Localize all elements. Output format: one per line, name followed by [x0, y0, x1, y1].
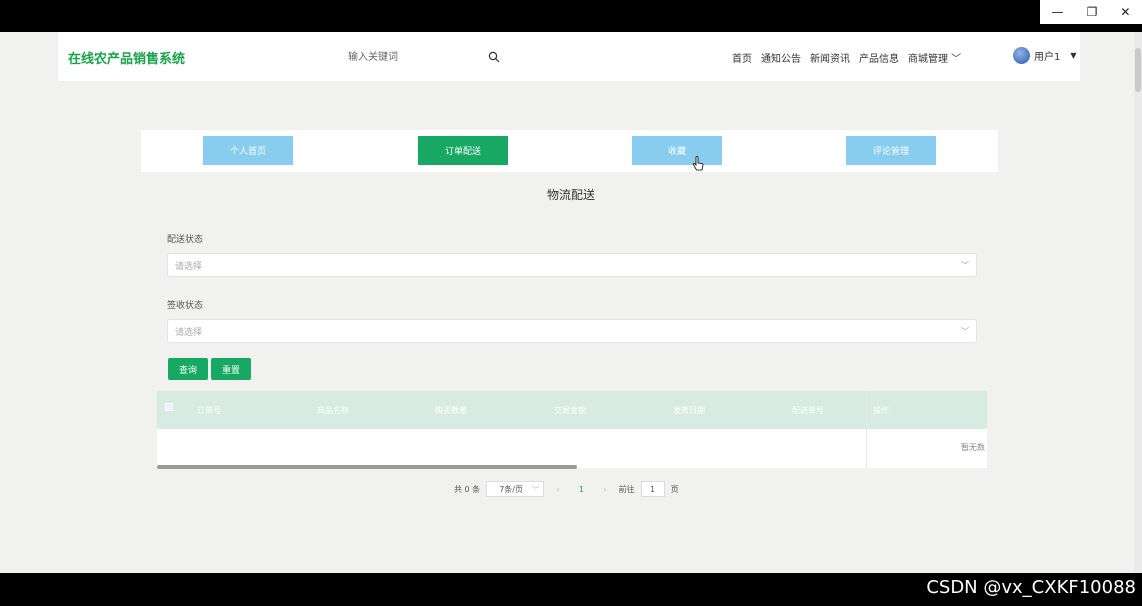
delivery-status-select[interactable]: 请选择 ﹀	[167, 253, 977, 277]
window-controls: — ❐ ✕	[1040, 0, 1142, 24]
total-count: 共 0 条	[454, 484, 481, 494]
nav-mall-management[interactable]: 商城管理 ﹀	[908, 50, 961, 65]
top-header: 在线农产品销售系统 首页 通知公告 新闻资讯 产品信息 商城管理 ﹀ 用户1 ▼	[58, 32, 1080, 81]
nav-notice[interactable]: 通知公告	[761, 50, 801, 65]
tab-order-delivery[interactable]: 订单配送	[418, 136, 508, 165]
delivery-status-placeholder: 请选择	[175, 261, 203, 272]
nav-news[interactable]: 新闻资讯	[810, 50, 850, 65]
select-all-checkbox[interactable]	[165, 403, 173, 411]
search-icon[interactable]	[488, 51, 500, 63]
col-delivery-no: 配送单号	[792, 406, 824, 415]
receipt-status-select[interactable]: 请选择 ﹀	[167, 319, 977, 343]
goto-page-input[interactable]	[640, 481, 665, 497]
table-header: 订单号 商品名称 购买数量 交易金额 发货日期 配送单号 操作	[157, 391, 987, 429]
col-amount: 交易金额	[554, 406, 586, 415]
watermark: CSDN @vx_CXKF10088	[926, 577, 1136, 598]
page: 在线农产品销售系统 首页 通知公告 新闻资讯 产品信息 商城管理 ﹀ 用户1 ▼…	[0, 32, 1142, 573]
col-product-name: 商品名称	[317, 406, 349, 415]
empty-text: 暂无数	[961, 443, 985, 452]
col-ship-date: 发货日期	[673, 406, 705, 415]
brand-title[interactable]: 在线农产品销售系统	[68, 48, 185, 67]
user-menu[interactable]: 用户1 ▼	[1013, 47, 1077, 64]
receipt-status-label: 签收状态	[167, 301, 204, 311]
col-actions: 操作	[873, 406, 889, 415]
pagination: 共 0 条 7条/页 ﹀ ‹ 1 › 前往 页	[454, 480, 679, 498]
page-size-select[interactable]: 7条/页 ﹀	[486, 481, 545, 497]
page-scrollbar[interactable]	[1134, 32, 1142, 573]
center-tabs: 个人首页 订单配送 收藏 评论管理	[141, 130, 998, 172]
main-nav: 首页 通知公告 新闻资讯 产品信息 商城管理 ﹀	[732, 50, 961, 65]
search-input[interactable]	[348, 49, 488, 65]
window-titlebar: — ❐ ✕	[0, 0, 1142, 32]
col-quantity: 购买数量	[435, 406, 467, 415]
actions-column-divider	[866, 391, 867, 468]
reset-button[interactable]: 重置	[211, 358, 251, 380]
prev-page-icon[interactable]: ‹	[550, 485, 565, 494]
hand-cursor-icon	[692, 156, 704, 171]
close-icon[interactable]: ✕	[1120, 5, 1130, 19]
tab-personal-home[interactable]: 个人首页	[203, 136, 293, 165]
query-button[interactable]: 查询	[168, 358, 208, 380]
chevron-down-icon: ﹀	[532, 486, 540, 494]
avatar[interactable]	[1013, 47, 1030, 64]
page-size-value: 7条/页	[499, 484, 523, 494]
scrollbar-thumb[interactable]	[1135, 48, 1141, 92]
section-title: 物流配送	[546, 188, 595, 202]
delivery-status-label: 配送状态	[167, 235, 204, 245]
next-page-icon[interactable]: ›	[597, 485, 612, 494]
delivery-table: 订单号 商品名称 购买数量 交易金额 发货日期 配送单号 操作 暂无数	[157, 391, 987, 468]
chevron-down-icon: ﹀	[961, 261, 969, 270]
user-name[interactable]: 用户1	[1034, 48, 1060, 63]
tab-comment-management[interactable]: 评论管理	[846, 136, 936, 165]
col-order-no: 订单号	[197, 406, 221, 415]
nav-products[interactable]: 产品信息	[859, 50, 899, 65]
tab-favorites[interactable]: 收藏	[632, 136, 722, 165]
caret-down-icon[interactable]: ▼	[1070, 51, 1076, 60]
nav-home[interactable]: 首页	[732, 50, 752, 65]
chevron-down-icon: ﹀	[961, 327, 969, 336]
page-suffix: 页	[670, 484, 679, 494]
table-horizontal-scrollbar[interactable]	[157, 465, 577, 469]
restore-icon[interactable]: ❐	[1087, 5, 1098, 19]
minimize-icon[interactable]: —	[1052, 5, 1064, 19]
current-page[interactable]: 1	[571, 485, 591, 494]
receipt-status-placeholder: 请选择	[175, 327, 203, 338]
goto-label: 前往	[618, 484, 635, 494]
bottom-bar: CSDN @vx_CXKF10088	[0, 573, 1142, 606]
